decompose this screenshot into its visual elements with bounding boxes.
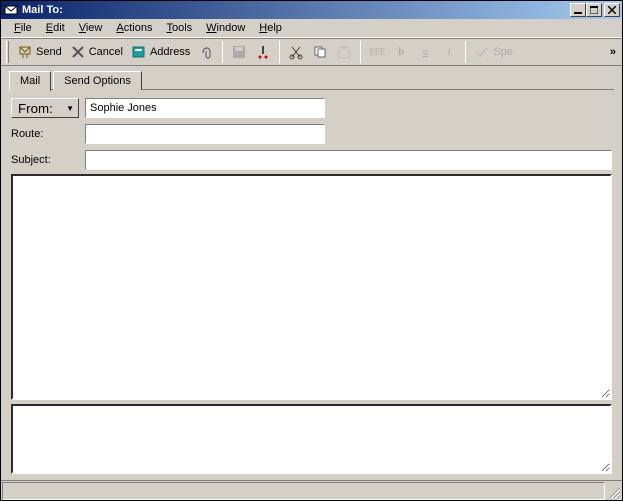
- tab-send-options[interactable]: Send Options: [53, 71, 142, 90]
- close-button[interactable]: [604, 3, 620, 17]
- spellcheck-icon: [474, 44, 490, 60]
- route-label: Route:: [11, 128, 79, 140]
- bold-button: b: [390, 41, 412, 63]
- message-body[interactable]: [11, 174, 612, 400]
- menu-view[interactable]: View: [72, 20, 110, 36]
- from-dropdown-button[interactable]: From: ▼: [11, 98, 79, 118]
- menu-label: dit: [53, 22, 65, 34]
- menu-label: ile: [21, 22, 32, 34]
- tab-label: Send Options: [64, 75, 131, 87]
- maximize-button[interactable]: [586, 3, 602, 17]
- paste-button: [333, 41, 355, 63]
- route-input[interactable]: [85, 124, 325, 144]
- priority-button[interactable]: [252, 41, 274, 63]
- menu-help[interactable]: Help: [252, 20, 289, 36]
- send-icon: [17, 44, 33, 60]
- font-icon: FFF: [369, 44, 385, 60]
- subject-label: Subject:: [11, 154, 79, 166]
- italic-icon: i: [441, 44, 457, 60]
- attachments-area[interactable]: [11, 404, 612, 474]
- priority-icon: [255, 44, 271, 60]
- underline-button: u: [414, 41, 436, 63]
- menu-edit[interactable]: Edit: [39, 20, 72, 36]
- window-controls: [570, 3, 620, 17]
- copy-icon: [312, 44, 328, 60]
- menu-bar: File Edit View Actions Tools Window Help: [1, 19, 622, 38]
- status-segment: [2, 482, 605, 500]
- save-button[interactable]: [228, 41, 250, 63]
- menu-label: ctions: [124, 22, 153, 34]
- resize-grip-icon[interactable]: [606, 482, 622, 500]
- tab-strip: Mail Send Options: [1, 66, 622, 90]
- toolbar-separator: [222, 41, 223, 63]
- send-button[interactable]: Send: [14, 41, 65, 63]
- tab-mail[interactable]: Mail: [9, 71, 51, 91]
- mail-window: Mail To: File Edit View Actions Tools Wi…: [0, 0, 623, 501]
- from-row: From: ▼: [11, 98, 612, 118]
- menu-label: indow: [217, 22, 246, 34]
- address-book-icon: [131, 44, 147, 60]
- title-bar: Mail To:: [1, 1, 622, 19]
- from-label: From:: [18, 101, 53, 116]
- font-button: FFF: [366, 41, 388, 63]
- body-region: [1, 174, 622, 480]
- subject-row: Subject:: [11, 150, 612, 170]
- tab-label: Mail: [20, 75, 40, 87]
- save-icon: [231, 44, 247, 60]
- spell-button: Spe: [471, 41, 516, 63]
- route-row: Route:: [11, 124, 612, 144]
- toolbar-separator: [279, 41, 280, 63]
- menu-actions[interactable]: Actions: [109, 20, 159, 36]
- menu-window[interactable]: Window: [199, 20, 252, 36]
- paste-icon: [336, 44, 352, 60]
- minimize-button[interactable]: [570, 3, 586, 17]
- underline-icon: u: [417, 44, 433, 60]
- menu-label: elp: [267, 22, 282, 34]
- cut-button[interactable]: [285, 41, 307, 63]
- menu-file[interactable]: File: [7, 20, 39, 36]
- cancel-icon: [70, 44, 86, 60]
- status-bar: [1, 480, 622, 500]
- menu-tools[interactable]: Tools: [159, 20, 199, 36]
- toolbar-grip[interactable]: [6, 41, 9, 63]
- subject-input[interactable]: [85, 150, 612, 170]
- scissors-icon: [288, 44, 304, 60]
- window-title: Mail To:: [22, 4, 570, 16]
- toolbar-overflow-icon[interactable]: »: [606, 46, 620, 58]
- button-label: Cancel: [89, 46, 123, 58]
- address-button[interactable]: Address: [128, 41, 193, 63]
- chevron-down-icon: ▼: [66, 104, 74, 113]
- button-label: Spe: [493, 46, 513, 58]
- toolbar-separator: [360, 41, 361, 63]
- menu-label: iew: [86, 22, 103, 34]
- italic-button: i: [438, 41, 460, 63]
- paperclip-icon: [198, 44, 214, 60]
- toolbar-separator: [465, 41, 466, 63]
- menu-label: ools: [172, 22, 192, 34]
- attach-button[interactable]: [195, 41, 217, 63]
- bold-icon: b: [393, 44, 409, 60]
- toolbar: Send Cancel Address: [1, 38, 622, 66]
- button-label: Address: [150, 46, 190, 58]
- from-input[interactable]: [85, 98, 325, 118]
- button-label: Send: [36, 46, 62, 58]
- app-icon: [3, 2, 19, 18]
- copy-button[interactable]: [309, 41, 331, 63]
- cancel-button[interactable]: Cancel: [67, 41, 126, 63]
- header-form: From: ▼ Route: Subject:: [1, 90, 622, 174]
